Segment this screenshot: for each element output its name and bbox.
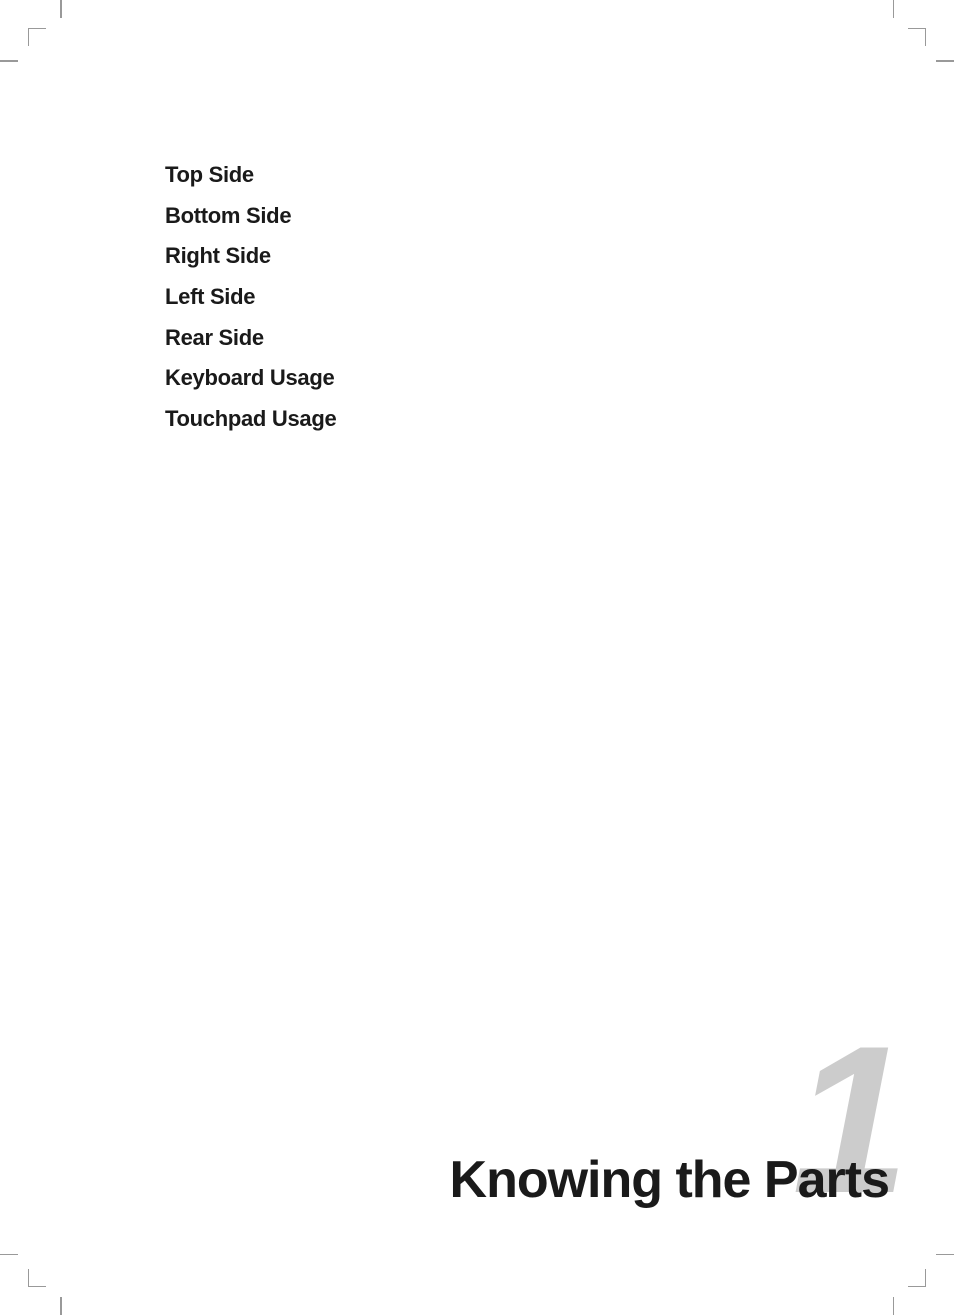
toc-item: Bottom Side bbox=[165, 196, 336, 237]
tick-left-top bbox=[0, 60, 18, 62]
chapter-title: Knowing the Parts bbox=[0, 1150, 889, 1210]
tick-top-right bbox=[893, 0, 895, 18]
tick-top-left bbox=[60, 0, 62, 18]
tick-right-top bbox=[936, 60, 954, 62]
corner-mark-tl bbox=[28, 28, 46, 46]
toc-item: Touchpad Usage bbox=[165, 399, 336, 440]
toc-item: Keyboard Usage bbox=[165, 358, 336, 399]
toc-item: Right Side bbox=[165, 236, 336, 277]
toc-container: Top SideBottom SideRight SideLeft SideRe… bbox=[165, 155, 336, 440]
tick-bottom-right bbox=[893, 1297, 895, 1315]
toc-item: Rear Side bbox=[165, 318, 336, 359]
tick-bottom-left bbox=[60, 1297, 62, 1315]
corner-mark-tr bbox=[908, 28, 926, 46]
toc-item: Top Side bbox=[165, 155, 336, 196]
tick-left-bottom bbox=[0, 1254, 18, 1256]
corner-mark-br bbox=[908, 1269, 926, 1287]
toc-item: Left Side bbox=[165, 277, 336, 318]
corner-mark-bl bbox=[28, 1269, 46, 1287]
tick-right-bottom bbox=[936, 1254, 954, 1256]
page: Top SideBottom SideRight SideLeft SideRe… bbox=[0, 0, 954, 1315]
